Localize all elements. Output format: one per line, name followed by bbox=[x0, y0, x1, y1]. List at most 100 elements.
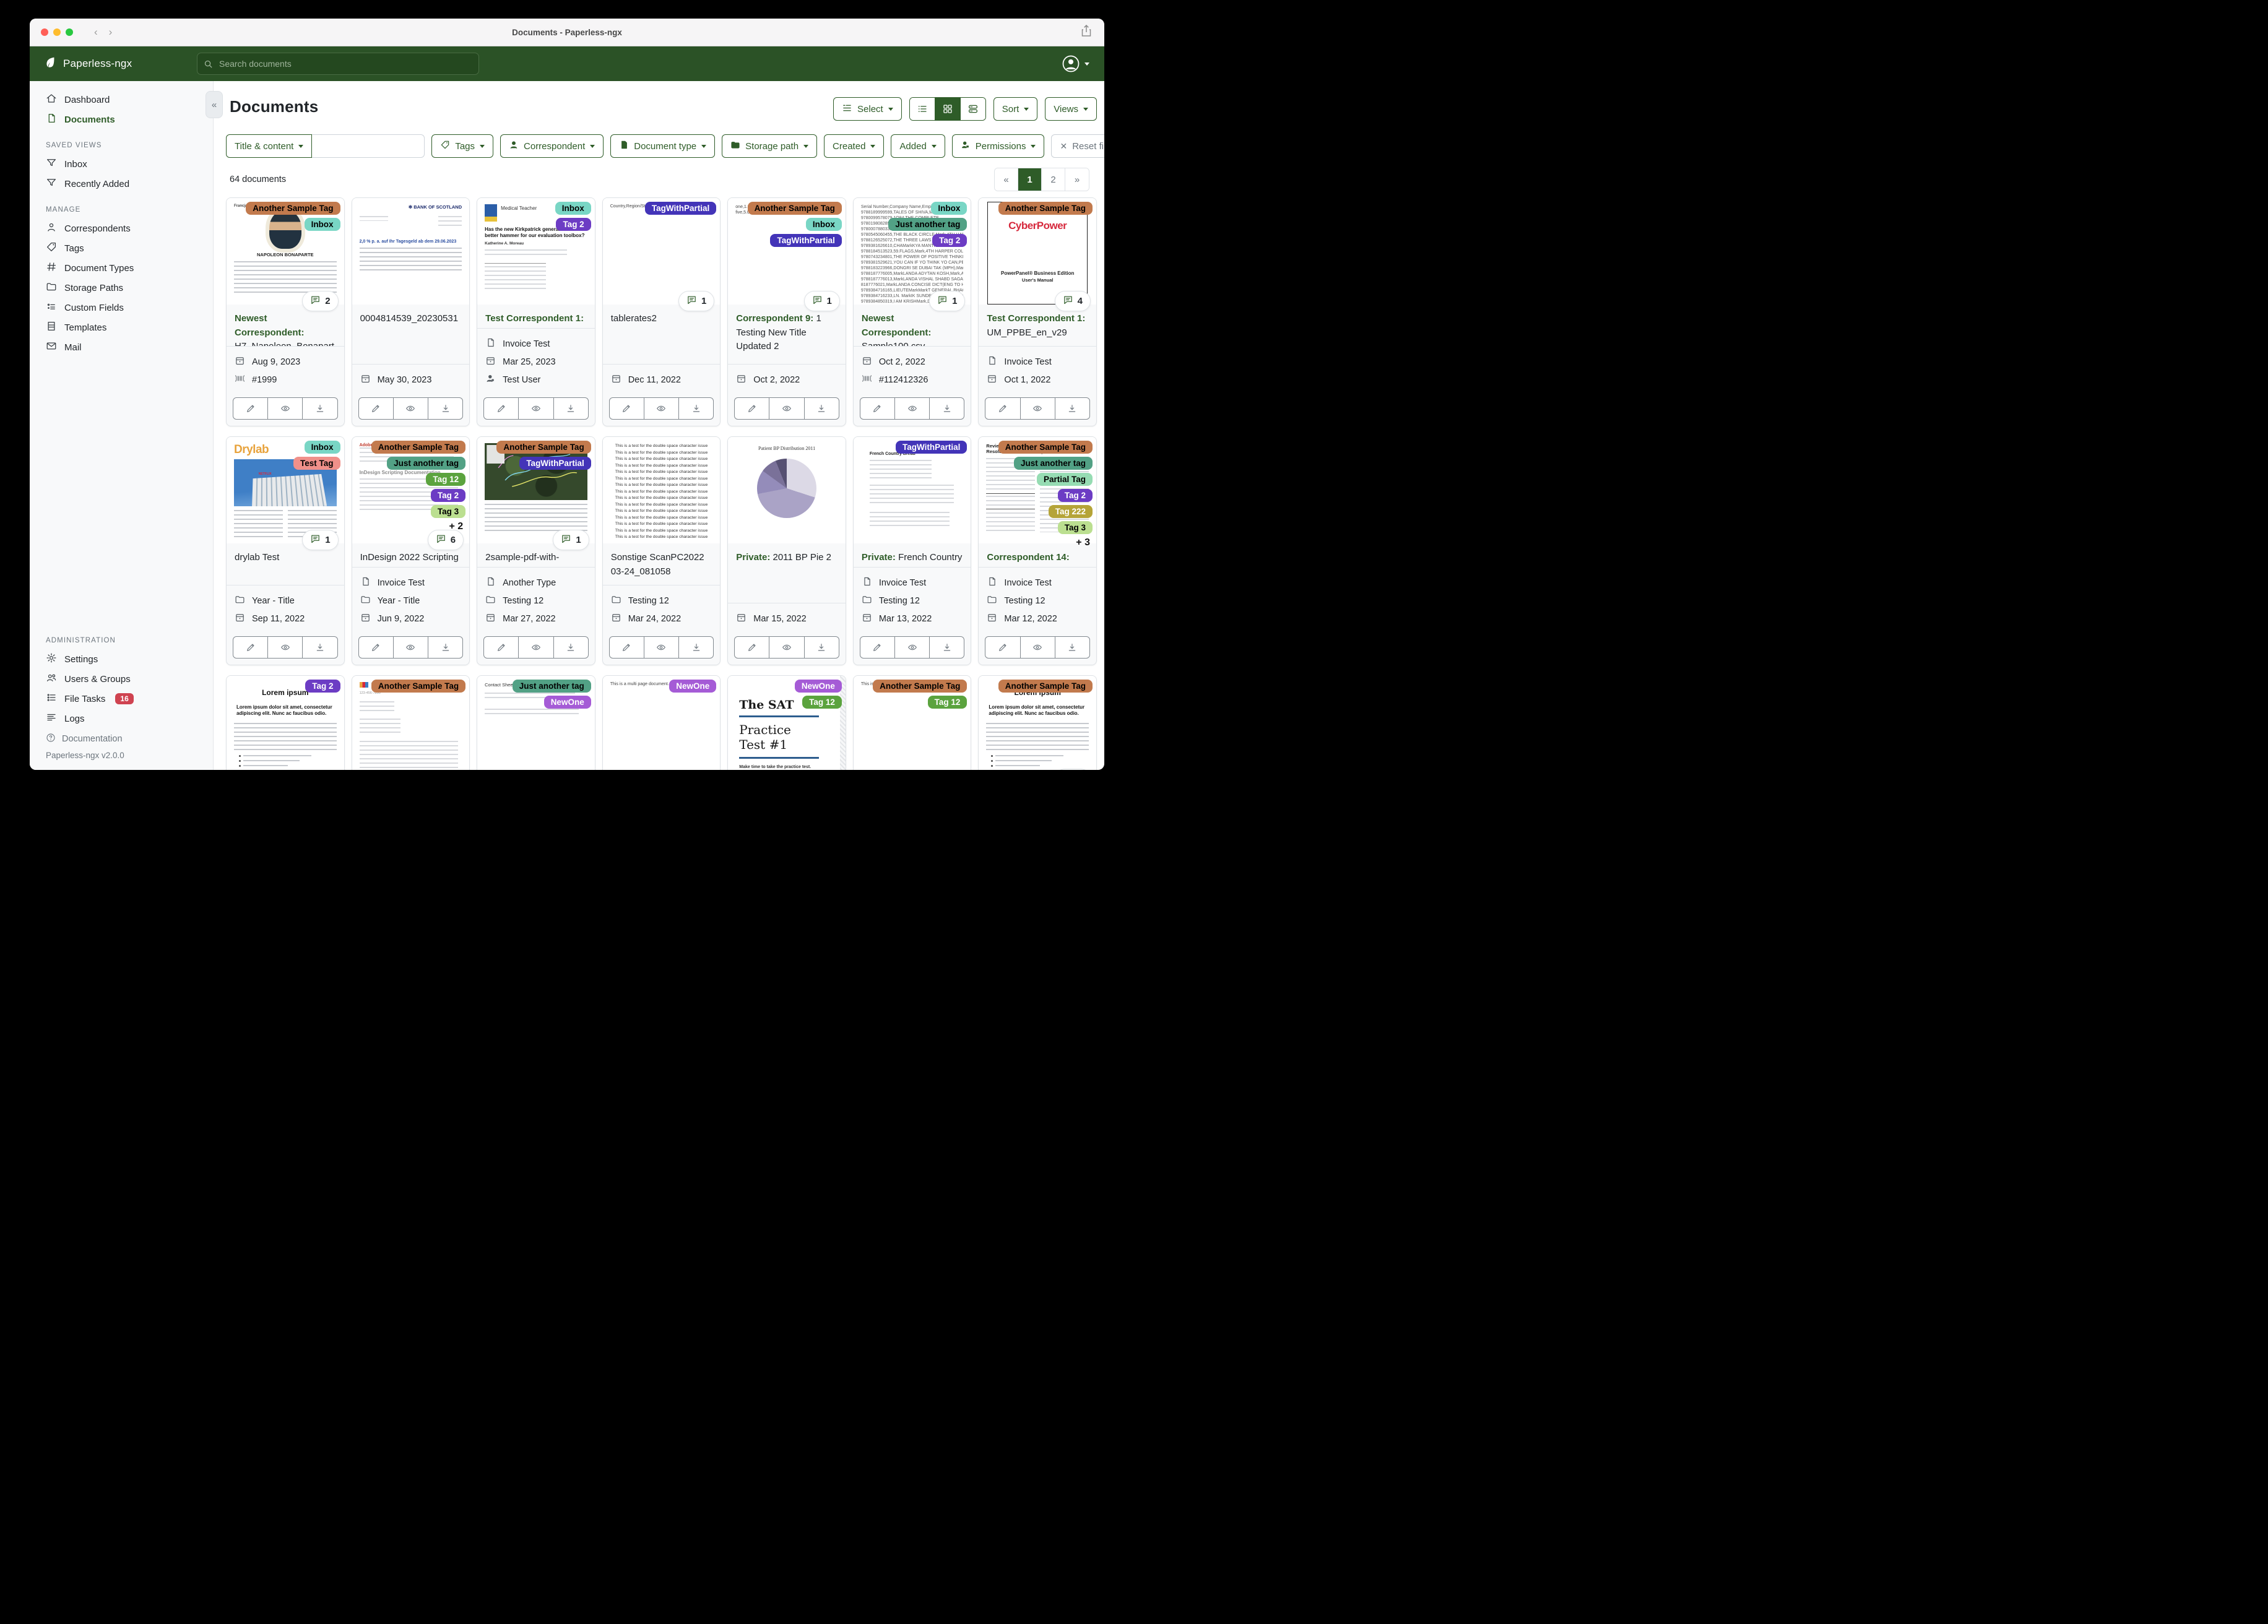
sidebar-item-tags[interactable]: Tags bbox=[30, 238, 213, 258]
document-title[interactable]: Private: French Country Bread Revised.do… bbox=[854, 543, 971, 567]
edit-document-button[interactable] bbox=[734, 636, 770, 659]
tag-another-sample-tag[interactable]: Another Sample Tag bbox=[998, 441, 1093, 454]
page-2[interactable]: 2 bbox=[1042, 168, 1065, 191]
tag-tag-12[interactable]: Tag 12 bbox=[426, 473, 466, 486]
document-card[interactable]: Patient BP Distribution 2011 Private: 201… bbox=[727, 436, 846, 665]
tag-tag-2[interactable]: Tag 2 bbox=[932, 234, 967, 247]
document-card[interactable]: Lorem ipsum Lorem ipsum dolor sit amet, c… bbox=[978, 675, 1097, 770]
preview-document-button[interactable] bbox=[1019, 397, 1055, 420]
tag-just-another-tag[interactable]: Just another tag bbox=[512, 680, 591, 693]
sidebar-collapse-button[interactable]: « bbox=[206, 91, 223, 118]
tag-newone[interactable]: NewOne bbox=[543, 696, 591, 709]
document-card[interactable]: Review of Arbitral Awards shows swift Re… bbox=[978, 436, 1097, 665]
tag-partial-tag[interactable]: Partial Tag bbox=[1036, 473, 1093, 486]
sidebar-item-correspondents[interactable]: Correspondents bbox=[30, 218, 213, 238]
preview-document-button[interactable] bbox=[769, 636, 805, 659]
document-card[interactable]: Contact Sheet Demo Just another tag NewOne bbox=[477, 675, 595, 770]
edit-document-button[interactable] bbox=[859, 397, 896, 420]
document-title[interactable]: Private: 2011 BP Pie 2 bbox=[728, 543, 846, 603]
tag-tag-2[interactable]: Tag 2 bbox=[430, 489, 466, 502]
app-brand[interactable]: Paperless-ngx bbox=[43, 56, 197, 72]
document-card[interactable]: one,1.0 five,5.0 Another Sample Tag Inbox Ta… bbox=[727, 197, 846, 426]
notes-badge[interactable]: 1 bbox=[929, 291, 966, 311]
view-mode-grid[interactable] bbox=[935, 98, 961, 120]
sort-dropdown[interactable]: Sort bbox=[993, 97, 1038, 121]
close-window-button[interactable] bbox=[41, 28, 48, 36]
download-document-button[interactable] bbox=[803, 636, 839, 659]
sidebar-item-custom-fields[interactable]: Custom Fields bbox=[30, 298, 213, 317]
browser-back-button[interactable]: ‹ bbox=[94, 26, 98, 38]
tag-just-another-tag[interactable]: Just another tag bbox=[387, 457, 466, 470]
edit-document-button[interactable] bbox=[608, 636, 644, 659]
document-card[interactable]: ✻ BANK OF SCOTLAND 2,0 % p. a. auf Ihr Ta… bbox=[351, 197, 470, 426]
download-document-button[interactable] bbox=[929, 397, 965, 420]
sidebar-item-document-types[interactable]: Document Types bbox=[30, 258, 213, 278]
sidebar-item-file-tasks[interactable]: File Tasks 16 bbox=[30, 689, 213, 709]
sidebar-item-documents[interactable]: Documents bbox=[30, 110, 213, 129]
tag-another-sample-tag[interactable]: Another Sample Tag bbox=[747, 202, 842, 215]
tag-inbox[interactable]: Inbox bbox=[805, 218, 842, 231]
tag-newone[interactable]: NewOne bbox=[669, 680, 717, 693]
tag-tagwithpartial[interactable]: TagWithPartial bbox=[770, 234, 842, 247]
tag-another-sample-tag[interactable]: Another Sample Tag bbox=[371, 680, 466, 693]
tag-tag-12[interactable]: Tag 12 bbox=[802, 696, 842, 709]
search-field-dropdown[interactable]: Title & content bbox=[226, 134, 313, 158]
filter-created-dropdown[interactable]: Created bbox=[824, 134, 885, 158]
preview-document-button[interactable] bbox=[894, 397, 930, 420]
page-1[interactable]: 1 bbox=[1018, 168, 1042, 191]
preview-document-button[interactable] bbox=[769, 397, 805, 420]
tag-newone[interactable]: NewOne bbox=[794, 680, 842, 693]
document-card[interactable]: Medical Teacher Has the new Kirkpatrick g… bbox=[477, 197, 595, 426]
document-card[interactable]: Another Sample Tag TagWithPartial 1 2sample… bbox=[477, 436, 595, 665]
tag-tag-2[interactable]: Tag 2 bbox=[1057, 489, 1093, 502]
tag-tagwithpartial[interactable]: TagWithPartial bbox=[519, 457, 591, 470]
download-document-button[interactable] bbox=[1054, 397, 1090, 420]
download-document-button[interactable] bbox=[678, 397, 714, 420]
document-card[interactable]: The SAT Practice Test #1 Make time to take … bbox=[727, 675, 846, 770]
document-card[interactable]: This is a test…Another Sample TagTag 12 bbox=[852, 675, 972, 770]
download-document-button[interactable] bbox=[302, 397, 338, 420]
filter-added-dropdown[interactable]: Added bbox=[891, 134, 945, 158]
edit-document-button[interactable] bbox=[358, 397, 394, 420]
document-thumbnail[interactable]: Patient BP Distribution 2011 bbox=[728, 437, 846, 543]
filter-permissions-dropdown[interactable]: Permissions bbox=[951, 134, 1045, 158]
preview-document-button[interactable] bbox=[643, 636, 680, 659]
notes-badge[interactable]: 1 bbox=[302, 530, 339, 550]
view-mode-list[interactable] bbox=[909, 98, 935, 120]
preview-document-button[interactable] bbox=[643, 397, 680, 420]
document-thumbnail[interactable]: This is a test for the double space char… bbox=[602, 437, 721, 543]
sidebar-item-storage-paths[interactable]: Storage Paths bbox=[30, 278, 213, 298]
view-mode-detail[interactable] bbox=[960, 98, 985, 120]
document-title[interactable]: Test Correspondent 1: [paperless] test p… bbox=[477, 304, 595, 328]
sidebar-item-recently-added[interactable]: Recently Added bbox=[30, 174, 213, 194]
zoom-window-button[interactable] bbox=[66, 28, 73, 36]
edit-document-button[interactable] bbox=[985, 397, 1021, 420]
select-dropdown[interactable]: Select bbox=[833, 97, 902, 121]
tag-another-sample-tag[interactable]: Another Sample Tag bbox=[998, 680, 1093, 693]
edit-document-button[interactable] bbox=[483, 397, 519, 420]
views-dropdown[interactable]: Views bbox=[1045, 97, 1097, 121]
tag-just-another-tag[interactable]: Just another tag bbox=[888, 218, 967, 231]
download-document-button[interactable] bbox=[553, 636, 589, 659]
tag-another-sample-tag[interactable]: Another Sample Tag bbox=[371, 441, 466, 454]
minimize-window-button[interactable] bbox=[53, 28, 61, 36]
preview-document-button[interactable] bbox=[267, 636, 303, 659]
download-document-button[interactable] bbox=[1054, 636, 1090, 659]
sidebar-item-inbox[interactable]: Inbox bbox=[30, 154, 213, 174]
page-«[interactable]: « bbox=[995, 168, 1018, 191]
document-card[interactable]: Drylab NETFLIX Inbox Test Tag 1 drylab Test Ye… bbox=[226, 436, 345, 665]
user-menu[interactable] bbox=[1062, 54, 1089, 73]
notes-badge[interactable]: 2 bbox=[302, 291, 339, 311]
filter-correspondent-dropdown[interactable]: Correspondent bbox=[500, 134, 604, 158]
tag-inbox[interactable]: Inbox bbox=[931, 202, 967, 215]
tag-tag-2[interactable]: Tag 2 bbox=[305, 680, 340, 693]
page-»[interactable]: » bbox=[1065, 168, 1089, 191]
preview-document-button[interactable] bbox=[267, 397, 303, 420]
document-card[interactable]: French Country Bread TagWithPartial Privat… bbox=[852, 436, 972, 665]
document-title[interactable]: 0004814539_20230531 bbox=[352, 304, 470, 364]
notes-badge[interactable]: 1 bbox=[678, 291, 715, 311]
download-document-button[interactable] bbox=[803, 397, 839, 420]
document-card[interactable]: Serial Number,Company Name,Employe… 97881… bbox=[852, 197, 972, 426]
tag-tag-3[interactable]: Tag 3 bbox=[1057, 521, 1093, 534]
tag-just-another-tag[interactable]: Just another tag bbox=[1013, 457, 1093, 470]
